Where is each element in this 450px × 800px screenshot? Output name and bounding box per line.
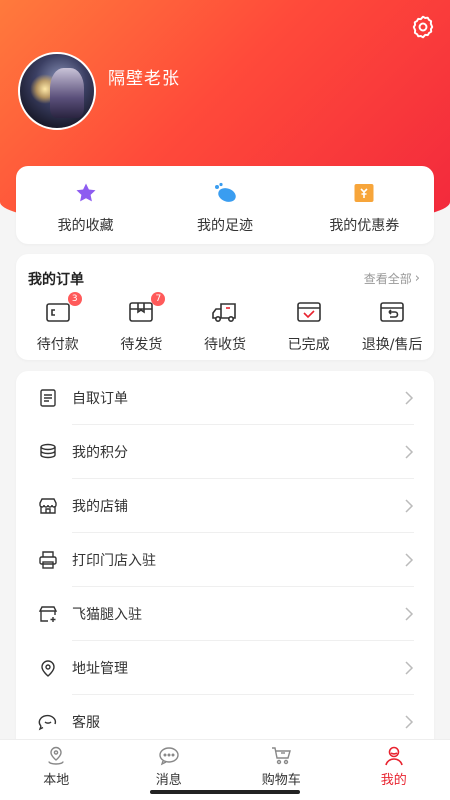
order-badge: 7 xyxy=(151,292,166,306)
coins-icon xyxy=(40,443,56,459)
menu-item-label: 我的店铺 xyxy=(72,499,128,515)
orders-title: 我的订单 xyxy=(28,272,84,288)
menu-item-label: 我的积分 xyxy=(72,445,128,461)
location-icon xyxy=(41,660,55,677)
order-status-label: 待收货 xyxy=(203,337,246,353)
return-icon xyxy=(378,300,406,324)
quick-link-label: 我的优惠券 xyxy=(329,218,400,234)
order-status-completed[interactable]: 已完成 xyxy=(267,300,351,354)
avatar-figure xyxy=(50,68,84,118)
order-status-label: 待付款 xyxy=(36,337,79,353)
tab-label: 购物车 xyxy=(261,773,301,788)
star-icon xyxy=(72,180,100,206)
truck-icon xyxy=(211,300,239,324)
chevron-right-icon xyxy=(405,445,414,459)
user-icon xyxy=(384,746,403,766)
tab-label: 消息 xyxy=(155,773,182,788)
settings-gear-icon[interactable] xyxy=(410,14,436,40)
chevron-right-icon xyxy=(405,391,414,405)
tab-me[interactable]: 我的 xyxy=(338,740,450,800)
menu-item-my-store[interactable]: 我的店铺 xyxy=(16,479,434,533)
store-icon xyxy=(39,498,57,514)
tab-label: 我的 xyxy=(380,773,407,788)
chevron-right-icon: › xyxy=(414,271,420,286)
menu-item-address[interactable]: 地址管理 xyxy=(16,641,434,695)
chevron-right-icon xyxy=(405,499,414,513)
username[interactable]: 隔壁老张 xyxy=(108,64,180,89)
home-indicator xyxy=(150,790,300,794)
message-icon xyxy=(159,747,179,766)
check-box-icon xyxy=(295,300,323,324)
menu-item-print-store-join[interactable]: 打印门店入驻 xyxy=(16,533,434,587)
quick-link-label: 我的足迹 xyxy=(196,218,253,234)
menu-item-points[interactable]: 我的积分 xyxy=(16,425,434,479)
menu-item-label: 地址管理 xyxy=(72,661,128,677)
document-icon xyxy=(40,389,56,407)
menu-item-courier-join[interactable]: 飞猫腿入驻 xyxy=(16,587,434,641)
menu-item-pickup-orders[interactable]: 自取订单 xyxy=(16,371,434,425)
order-status-row: 3 待付款 7 待发货 待收货 已完成 退换/售后 xyxy=(16,292,434,354)
menu-item-label: 自取订单 xyxy=(72,391,128,407)
chat-icon xyxy=(38,714,57,731)
chevron-right-icon xyxy=(405,661,414,675)
menu-list: 自取订单 我的积分 我的店铺 打印门店入驻 飞猫腿入驻 地址管理 客服 xyxy=(16,371,434,743)
menu-item-label: 打印门店入驻 xyxy=(72,553,156,569)
quick-link-favorites[interactable]: 我的收藏 xyxy=(16,166,155,244)
menu-item-label: 客服 xyxy=(72,715,100,731)
order-status-label: 退换/售后 xyxy=(361,337,423,353)
tab-label: 本地 xyxy=(43,773,70,788)
footprint-icon xyxy=(211,180,239,206)
quick-link-footprint[interactable]: 我的足迹 xyxy=(155,166,294,244)
wallet-icon: 3 xyxy=(44,292,82,324)
chevron-right-icon xyxy=(405,607,414,621)
chevron-right-icon xyxy=(405,553,414,567)
quick-link-coupons[interactable]: 我的优惠券 xyxy=(295,166,434,244)
view-all-orders-link[interactable]: 查看全部 › xyxy=(364,270,420,287)
avatar[interactable] xyxy=(18,52,96,130)
shop-add-icon xyxy=(38,606,58,622)
order-status-pending-receipt[interactable]: 待收货 xyxy=(183,300,267,354)
menu-item-label: 飞猫腿入驻 xyxy=(72,607,142,623)
orders-card: 我的订单 查看全部 › 3 待付款 7 待发货 待收货 已完成 退换/售后 xyxy=(16,254,434,360)
order-status-pending-shipment[interactable]: 7 待发货 xyxy=(100,292,184,354)
order-status-pending-payment[interactable]: 3 待付款 xyxy=(16,292,100,354)
view-all-label: 查看全部 xyxy=(363,272,412,286)
order-status-returns[interactable]: 退换/售后 xyxy=(350,300,434,354)
local-icon xyxy=(48,746,64,765)
order-badge: 3 xyxy=(67,292,82,306)
printer-icon xyxy=(39,551,57,569)
chevron-right-icon xyxy=(405,715,414,729)
cart-icon xyxy=(272,747,292,765)
menu-item-customer-service[interactable]: 客服 xyxy=(16,695,434,743)
order-status-label: 待发货 xyxy=(120,337,163,353)
package-icon: 7 xyxy=(127,292,166,324)
quick-links-card: 我的收藏 我的足迹 我的优惠券 xyxy=(16,166,434,244)
order-status-label: 已完成 xyxy=(287,337,330,353)
quick-link-label: 我的收藏 xyxy=(57,218,114,234)
coupon-icon xyxy=(350,180,378,206)
tab-local[interactable]: 本地 xyxy=(0,740,113,800)
